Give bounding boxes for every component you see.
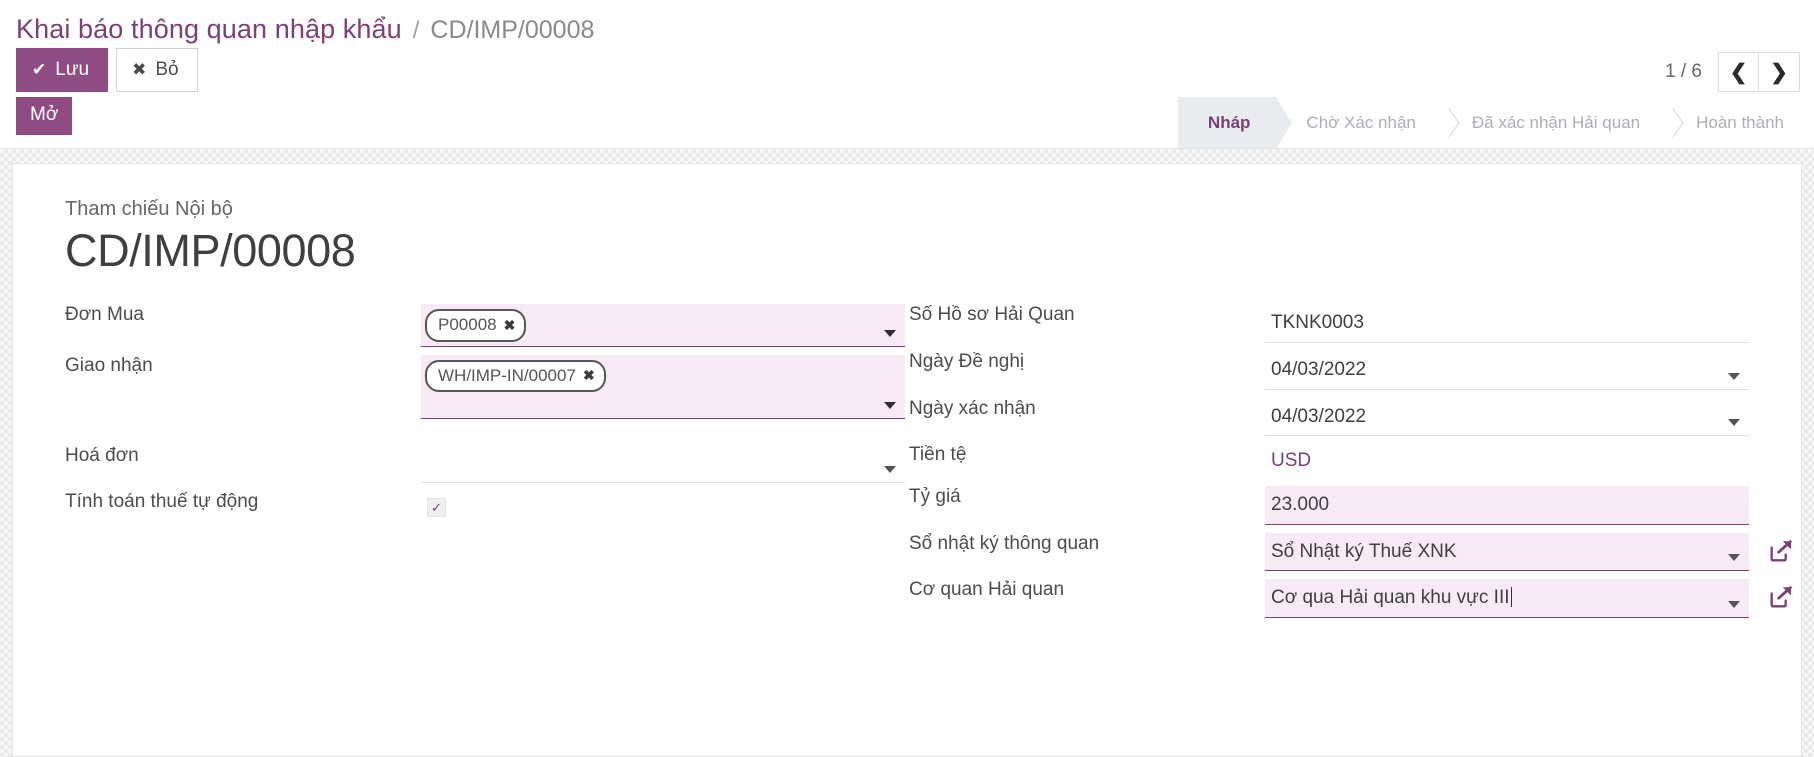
customs-journal-label: Sổ nhật ký thông quan [909, 533, 1265, 580]
external-link-icon [1767, 583, 1795, 611]
sheet-background: Tham chiếu Nội bộ CD/IMP/00008 Đơn Mua P… [0, 149, 1814, 757]
customs-office-open-button[interactable] [1767, 583, 1795, 616]
status-step-draft[interactable]: Nháp [1178, 97, 1277, 148]
customs-file-no-input[interactable]: TKNK0003 [1265, 304, 1749, 343]
discard-button-label: Bỏ [155, 60, 178, 79]
request-date-input[interactable]: 04/03/2022 [1265, 351, 1749, 390]
field-row-currency: Tiền tệ USD [909, 444, 1749, 486]
invoice-value [421, 449, 905, 471]
auto-tax-label: Tính toán thuế tự động [65, 491, 421, 533]
confirm-date-input[interactable]: 04/03/2022 [1265, 398, 1749, 437]
times-icon[interactable]: ✖ [504, 315, 516, 336]
currency-value[interactable]: USD [1265, 444, 1317, 478]
form-columns: Đơn Mua P00008 ✖ Giao [65, 304, 1749, 626]
confirm-date-label: Ngày xác nhận [909, 398, 1265, 445]
delivery-label: Giao nhận [65, 355, 421, 427]
auto-tax-checkbox[interactable]: ✓ [427, 498, 446, 517]
field-row-request-date: Ngày Đề nghị 04/03/2022 [909, 351, 1749, 398]
customs-file-no-value: TKNK0003 [1265, 304, 1749, 342]
confirm-date-value: 04/03/2022 [1265, 398, 1749, 436]
discard-button[interactable]: ✖ Bỏ [116, 48, 198, 92]
internal-reference-label: Tham chiếu Nội bộ [65, 198, 1749, 221]
currency-label: Tiền tệ [909, 444, 1265, 486]
save-button-label: Lưu [55, 60, 89, 79]
exchange-rate-value: 23.000 [1265, 486, 1749, 524]
tag-label: WH/IMP-IN/00007 [438, 363, 576, 389]
status-row: Mở Nháp Chờ Xác nhận Đã xác nhận Hải qua… [0, 97, 1814, 149]
invoice-label: Hoá đơn [65, 427, 421, 491]
customs-office-input[interactable]: Cơ qua Hải quan khu vực III [1265, 579, 1749, 618]
status-step-customs-confirmed[interactable]: Đã xác nhận Hải quan [1442, 97, 1666, 148]
customs-journal-input[interactable]: Sổ Nhật ký Thuế XNK [1265, 533, 1749, 572]
save-button[interactable]: ✔ Lưu [16, 48, 108, 92]
status-step-label: Nháp [1208, 113, 1251, 133]
form-sheet: Tham chiếu Nội bộ CD/IMP/00008 Đơn Mua P… [12, 163, 1802, 757]
tag-chip[interactable]: WH/IMP-IN/00007 ✖ [425, 360, 606, 393]
field-row-confirm-date: Ngày xác nhận 04/03/2022 [909, 398, 1749, 445]
chevron-down-icon [884, 402, 896, 409]
external-link-icon [1767, 537, 1795, 565]
status-step-waiting-confirmation[interactable]: Chờ Xác nhận [1276, 97, 1441, 148]
check-icon: ✓ [431, 501, 442, 514]
request-date-value: 04/03/2022 [1265, 351, 1749, 389]
purchase-order-input[interactable]: P00008 ✖ [421, 304, 905, 347]
times-icon: ✖ [132, 61, 146, 78]
delivery-input[interactable]: WH/IMP-IN/00007 ✖ [421, 355, 905, 419]
chevron-right-icon: ❯ [1770, 60, 1788, 85]
customs-journal-open-button[interactable] [1767, 537, 1795, 570]
field-row-customs-journal: Sổ nhật ký thông quan Sổ Nhật ký Thuế XN… [909, 533, 1749, 580]
auto-tax-field: ✓ [421, 491, 905, 525]
statusbar: Nháp Chờ Xác nhận Đã xác nhận Hải quan H… [1178, 97, 1814, 148]
breadcrumb-current: CD/IMP/00008 [430, 16, 594, 45]
breadcrumb-root-link[interactable]: Khai báo thông quan nhập khẩu [16, 14, 402, 45]
internal-reference-value[interactable]: CD/IMP/00008 [65, 227, 1749, 274]
field-row-invoice: Hoá đơn [65, 427, 905, 491]
customs-file-no-label: Số Hồ sơ Hải Quan [909, 304, 1265, 351]
times-icon[interactable]: ✖ [583, 365, 595, 386]
title-block: Tham chiếu Nội bộ CD/IMP/00008 [65, 198, 1749, 274]
pager-count: 1 / 6 [1665, 61, 1702, 83]
status-step-label: Hoàn thành [1696, 113, 1784, 133]
field-row-exchange-rate: Tỷ giá 23.000 [909, 486, 1749, 533]
form-column-right: Số Hồ sơ Hải Quan TKNK0003 Ngày Đề nghị … [905, 304, 1749, 626]
invoice-input[interactable] [421, 449, 905, 483]
breadcrumb: Khai báo thông quan nhập khẩu / CD/IMP/0… [0, 0, 1814, 42]
status-step-label: Chờ Xác nhận [1306, 113, 1415, 133]
chevron-down-icon [884, 330, 896, 337]
record-pager: 1 / 6 ❮ ❯ [1665, 52, 1800, 92]
control-panel: ✔ Lưu ✖ Bỏ 1 / 6 ❮ ❯ [0, 42, 1814, 97]
exchange-rate-label: Tỷ giá [909, 486, 1265, 533]
customs-office-value: Cơ qua Hải quan khu vực III [1271, 587, 1510, 608]
exchange-rate-input[interactable]: 23.000 [1265, 486, 1749, 525]
tag-label: P00008 [438, 312, 497, 338]
check-icon: ✔ [32, 61, 46, 78]
field-row-customs-file-no: Số Hồ sơ Hải Quan TKNK0003 [909, 304, 1749, 351]
status-step-label: Đã xác nhận Hải quan [1472, 113, 1640, 133]
field-row-purchase-order: Đơn Mua P00008 ✖ [65, 304, 905, 355]
status-step-done[interactable]: Hoàn thành [1666, 97, 1814, 148]
pager-buttons: ❮ ❯ [1718, 52, 1800, 92]
field-row-delivery: Giao nhận WH/IMP-IN/00007 ✖ [65, 355, 905, 427]
currency-field: USD [1265, 444, 1749, 478]
field-row-customs-office: Cơ quan Hải quan Cơ qua Hải quan khu vực… [909, 579, 1749, 626]
pager-next-button[interactable]: ❯ [1759, 52, 1800, 92]
tag-chip[interactable]: P00008 ✖ [425, 309, 526, 342]
chevron-left-icon: ❮ [1730, 60, 1748, 85]
customs-office-label: Cơ quan Hải quan [909, 579, 1265, 626]
field-row-auto-tax: Tính toán thuế tự động ✓ [65, 491, 905, 533]
state-badge[interactable]: Mở [16, 97, 72, 135]
request-date-label: Ngày Đề nghị [909, 351, 1265, 398]
pager-previous-button[interactable]: ❮ [1718, 52, 1759, 92]
customs-journal-value: Sổ Nhật ký Thuế XNK [1265, 533, 1749, 571]
text-cursor [1511, 587, 1512, 607]
record-action-buttons: ✔ Lưu ✖ Bỏ [16, 48, 198, 92]
form-column-left: Đơn Mua P00008 ✖ Giao [65, 304, 905, 626]
breadcrumb-separator: / [413, 17, 420, 45]
purchase-order-label: Đơn Mua [65, 304, 421, 355]
